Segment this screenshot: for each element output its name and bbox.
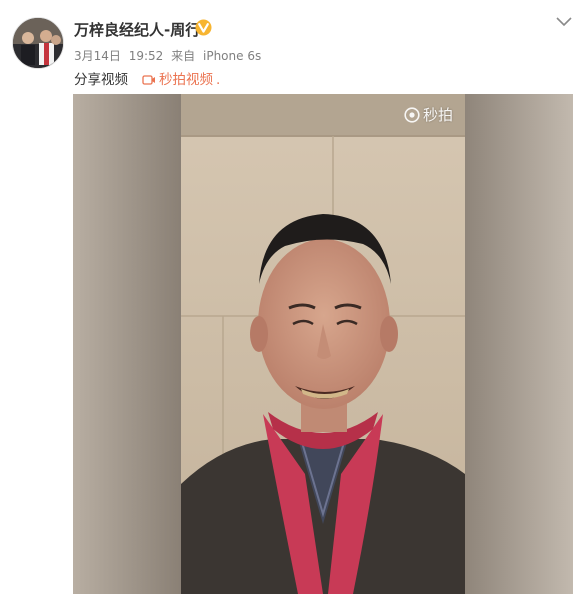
weibo-post-card: 万梓良经纪人-周行 3月14日 19:52 来自 iPhone 6s 分享视频 … xyxy=(0,0,585,600)
video-watermark-label: 秒拍 xyxy=(422,106,453,124)
post-date[interactable]: 3月14日 xyxy=(74,49,121,63)
verified-v-icon xyxy=(195,19,212,36)
post-source-prefix: 来自 xyxy=(171,49,196,63)
post-meta: 3月14日 19:52 来自 iPhone 6s xyxy=(74,47,265,64)
video-player[interactable]: 秒拍 xyxy=(73,94,573,594)
video-link-label: 秒拍视频 xyxy=(159,72,213,88)
post-text: 分享视频 xyxy=(74,72,128,88)
chevron-down-icon[interactable] xyxy=(555,15,573,29)
video-frame-image xyxy=(73,94,573,594)
avatar-image xyxy=(13,18,63,68)
miaopai-logo-icon xyxy=(404,107,420,123)
post-source-device[interactable]: iPhone 6s xyxy=(203,49,261,63)
author-avatar[interactable] xyxy=(12,17,64,69)
video-link[interactable]: 秒拍视频. xyxy=(142,68,220,88)
video-camera-icon xyxy=(142,75,155,85)
author-name[interactable]: 万梓良经纪人-周行 xyxy=(74,19,200,40)
post-time[interactable]: 19:52 xyxy=(129,49,164,63)
video-watermark: 秒拍 xyxy=(404,104,453,125)
video-link-suffix: . xyxy=(216,72,221,88)
